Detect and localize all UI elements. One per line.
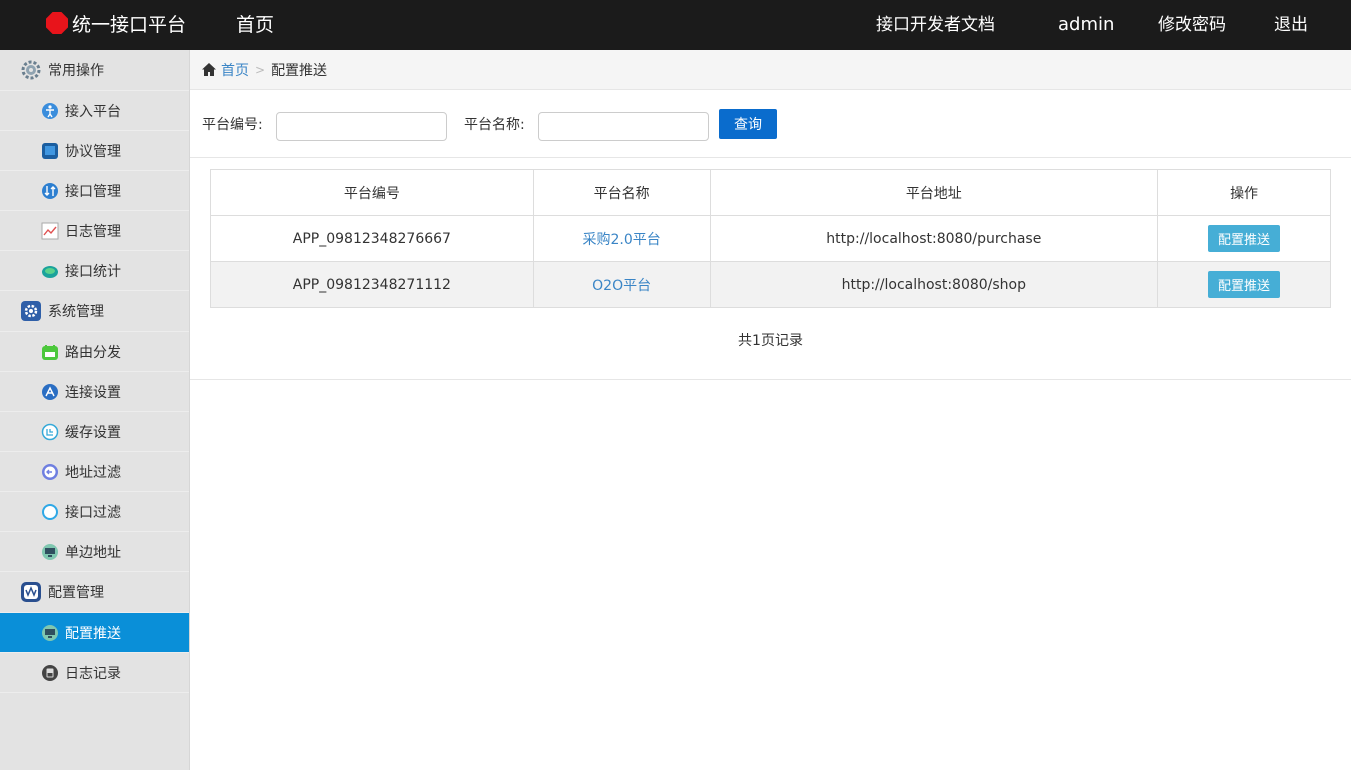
cell-platform-code: APP_09812348276667 <box>210 215 534 262</box>
table-row: APP_09812348271112 O2O平台 http://localhos… <box>210 261 1331 308</box>
cell-action: 配置推送 <box>1157 261 1331 308</box>
home-icon <box>202 63 216 76</box>
sidebar-item-label: 连接设置 <box>65 384 121 401</box>
config-icon <box>21 582 41 602</box>
sidebar-group-label: 系统管理 <box>48 304 104 320</box>
sidebar-item-label: 日志管理 <box>65 223 121 240</box>
monitor-icon <box>42 543 58 560</box>
platform-code-label: 平台编号: <box>202 117 263 133</box>
pagination-summary: 共1页记录 <box>738 333 803 349</box>
record-icon <box>42 664 58 681</box>
sidebar-group-config[interactable]: 配置管理 <box>0 572 189 613</box>
sidebar-item-label: 接口统计 <box>65 263 121 280</box>
connect-icon <box>42 383 58 400</box>
sidebar-item-cache[interactable]: 缓存设置 <box>0 412 189 452</box>
query-button[interactable]: 查询 <box>719 109 777 139</box>
column-header-url: 平台地址 <box>709 169 1159 216</box>
filter-bar: 平台编号: 平台名称: 查询 <box>190 90 1351 158</box>
nav-home-link[interactable]: 首页 <box>236 13 274 37</box>
sidebar-item-label: 地址过滤 <box>65 464 121 481</box>
platform-table: 平台编号 平台名称 平台地址 操作 APP_09812348276667 采购2… <box>210 169 1331 308</box>
column-header-action: 操作 <box>1157 169 1331 216</box>
config-push-button[interactable]: 配置推送 <box>1208 271 1281 298</box>
sidebar-group-common[interactable]: 常用操作 <box>0 50 189 91</box>
platform-name-link[interactable]: O2O平台 <box>592 278 651 294</box>
brand-title[interactable]: 统一接口平台 <box>72 13 186 37</box>
log-chart-icon <box>41 222 59 239</box>
sidebar-item-label: 配置推送 <box>65 625 121 642</box>
settings-icon <box>21 301 41 321</box>
interface-filter-icon <box>42 503 58 520</box>
sidebar-item-label: 接口过滤 <box>65 504 121 521</box>
route-icon <box>42 344 58 360</box>
sidebar-group-system[interactable]: 系统管理 <box>0 291 189 332</box>
protocol-icon <box>42 142 58 159</box>
cell-platform-name: O2O平台 <box>532 261 711 308</box>
address-filter-icon <box>42 463 58 480</box>
column-header-code: 平台编号 <box>210 169 534 216</box>
nav-logout-link[interactable]: 退出 <box>1274 14 1308 36</box>
sidebar-item-protocol[interactable]: 协议管理 <box>0 131 189 171</box>
main-content: 首页 > 配置推送 平台编号: 平台名称: 查询 平台编号 平台名称 平台地址 … <box>190 50 1351 770</box>
sidebar-item-connect[interactable]: 连接设置 <box>0 372 189 412</box>
breadcrumb-current: 配置推送 <box>271 62 328 79</box>
sidebar-item-interface-filter[interactable]: 接口过滤 <box>0 492 189 532</box>
breadcrumb: 首页 > 配置推送 <box>190 50 1351 90</box>
sidebar-item-route[interactable]: 路由分发 <box>0 332 189 372</box>
cache-icon <box>41 423 59 440</box>
sidebar-item-single-address[interactable]: 单边地址 <box>0 532 189 572</box>
breadcrumb-home-link[interactable]: 首页 <box>221 60 249 80</box>
nav-docs-link[interactable]: 接口开发者文档 <box>876 14 995 36</box>
cell-platform-name: 采购2.0平台 <box>532 215 711 262</box>
sidebar-item-access-platform[interactable]: 接入平台 <box>0 91 189 131</box>
cell-action: 配置推送 <box>1157 215 1331 262</box>
breadcrumb-separator: > <box>255 62 266 77</box>
sidebar-group-label: 配置管理 <box>48 585 104 601</box>
cell-platform-url: http://localhost:8080/shop <box>709 261 1159 308</box>
content-divider <box>190 379 1351 380</box>
sidebar-group-label: 常用操作 <box>48 63 104 79</box>
platform-name-label: 平台名称: <box>464 117 525 133</box>
platform-name-input[interactable] <box>538 112 709 141</box>
platform-name-link[interactable]: 采购2.0平台 <box>582 232 660 248</box>
access-icon <box>42 102 58 119</box>
sidebar-item-label: 接口管理 <box>65 183 121 200</box>
nav-change-password-link[interactable]: 修改密码 <box>1158 14 1226 36</box>
sidebar: 常用操作 接入平台 协议管理 接口管理 日志管理 接口统计 系统管理 路由分发 … <box>0 50 190 770</box>
sidebar-item-interface[interactable]: 接口管理 <box>0 171 189 211</box>
push-icon <box>42 624 58 641</box>
sidebar-item-stats[interactable]: 接口统计 <box>0 251 189 291</box>
cell-platform-url: http://localhost:8080/purchase <box>709 215 1159 262</box>
nav-user-link[interactable]: admin <box>1058 14 1114 36</box>
logo-icon <box>46 12 68 34</box>
sidebar-item-label: 协议管理 <box>65 143 121 160</box>
table-header-row: 平台编号 平台名称 平台地址 操作 <box>210 169 1331 216</box>
sidebar-item-config-push[interactable]: 配置推送 <box>0 613 189 653</box>
top-navbar: 统一接口平台 首页 接口开发者文档 admin 修改密码 退出 <box>0 0 1351 50</box>
sidebar-item-label: 路由分发 <box>65 344 121 361</box>
gear-icon <box>21 60 41 80</box>
sidebar-item-label: 单边地址 <box>65 544 121 561</box>
sidebar-item-log-record[interactable]: 日志记录 <box>0 653 189 693</box>
interface-icon <box>42 182 58 199</box>
config-push-button[interactable]: 配置推送 <box>1208 225 1281 252</box>
cell-platform-code: APP_09812348271112 <box>210 261 534 308</box>
sidebar-item-address-filter[interactable]: 地址过滤 <box>0 452 189 492</box>
stats-icon <box>42 265 58 278</box>
platform-code-input[interactable] <box>276 112 447 141</box>
sidebar-item-label: 日志记录 <box>65 665 121 682</box>
sidebar-item-label: 缓存设置 <box>65 424 121 441</box>
sidebar-item-log[interactable]: 日志管理 <box>0 211 189 251</box>
sidebar-item-label: 接入平台 <box>65 103 121 120</box>
column-header-name: 平台名称 <box>532 169 711 216</box>
table-row: APP_09812348276667 采购2.0平台 http://localh… <box>210 215 1331 262</box>
